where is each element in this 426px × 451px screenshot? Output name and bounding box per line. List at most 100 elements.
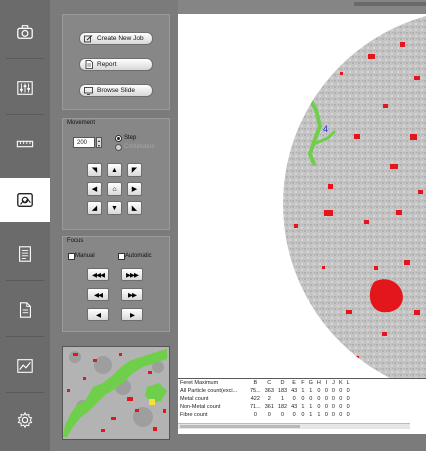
- column-header[interactable]: K: [337, 379, 345, 387]
- table-cell: 1: [280, 396, 285, 402]
- edit-icon: [84, 34, 93, 43]
- move-right-button[interactable]: ▶: [127, 182, 142, 196]
- table-row[interactable]: Metal count 422 2 1 0 0 0 0 0 0 0 0: [178, 395, 352, 403]
- table-cell: 0: [253, 412, 257, 418]
- table-cell: 0: [324, 412, 328, 418]
- focus-slow-forward-button[interactable]: ▶: [121, 308, 143, 321]
- table-cell: 1: [309, 404, 313, 410]
- move-up-button[interactable]: ▲: [107, 163, 122, 177]
- continuous-label: Continuous: [124, 144, 155, 150]
- create-new-job-button[interactable]: Create New Job: [79, 32, 153, 45]
- move-home-button[interactable]: ⌂: [107, 182, 122, 196]
- column-header[interactable]: I: [323, 379, 330, 387]
- step-size-input[interactable]: 200: [73, 137, 95, 148]
- sidebar-item-statistics[interactable]: [0, 344, 50, 388]
- table-cell: 43: [291, 388, 298, 394]
- table-cell: 0: [346, 388, 350, 394]
- report-button[interactable]: Report: [79, 58, 153, 71]
- move-left-button[interactable]: ◀: [87, 182, 102, 196]
- scrollbar-thumb[interactable]: [180, 425, 300, 428]
- horizontal-scrollbar[interactable]: [178, 423, 410, 429]
- medium-back-icon: ◀◀: [94, 291, 103, 299]
- report-file-icon: [19, 302, 31, 318]
- table-row[interactable]: Fibre count 0 0 0 0 0 1 1 0 0 0 0: [178, 411, 352, 419]
- table-row[interactable]: All Particle count(exci... 75... 363 183 43 1…: [178, 387, 352, 395]
- fast-forward-icon: ▶▶▶: [126, 271, 139, 279]
- viewer-toolbar: [178, 0, 426, 14]
- results-table-panel: Feret Maximum B C D E F G H I J K L All …: [178, 378, 426, 435]
- automatic-label: Automatic: [125, 253, 152, 259]
- sidebar-item-settings[interactable]: [0, 398, 50, 442]
- table-cell: 0: [324, 396, 328, 402]
- column-header[interactable]: B: [248, 379, 263, 387]
- table-cell: 0: [331, 412, 335, 418]
- continuous-radio[interactable]: [115, 144, 122, 151]
- focus-medium-back-button[interactable]: ◀◀: [87, 288, 109, 301]
- sliders-icon: [17, 81, 33, 95]
- column-header[interactable]: F: [299, 379, 306, 387]
- column-header[interactable]: L: [345, 379, 352, 387]
- sidebar-item-particle-analysis[interactable]: [0, 178, 50, 222]
- table-cell: 0: [346, 412, 350, 418]
- results-table: Feret Maximum B C D E F G H I J K L All …: [178, 379, 352, 419]
- column-header[interactable]: D: [276, 379, 289, 387]
- manual-label: Manual: [75, 253, 95, 259]
- step-radio[interactable]: [115, 135, 122, 142]
- browse-slide-button[interactable]: Browse Slide: [79, 84, 153, 97]
- table-cell: 1: [301, 388, 305, 394]
- row-label: Non-Metal count: [180, 404, 221, 410]
- overview-thumbnail[interactable]: [62, 346, 170, 440]
- sidebar-item-adjustments[interactable]: [0, 66, 50, 110]
- table-cell: 0: [309, 396, 313, 402]
- step-spinner[interactable]: ▴ ▾: [96, 137, 102, 148]
- create-new-job-label: Create New Job: [97, 35, 144, 42]
- slide-field-image: 1 4: [178, 14, 426, 378]
- manual-checkbox[interactable]: [68, 253, 75, 260]
- sidebar-item-measure[interactable]: [0, 122, 50, 166]
- actions-panel: Create New Job Report Browse Slide: [62, 14, 170, 110]
- table-header-row: Feret Maximum B C D E F G H I J K L: [178, 379, 352, 387]
- microscope-viewer[interactable]: 1 4: [178, 14, 426, 378]
- column-header[interactable]: H: [315, 379, 323, 387]
- gear-icon: [17, 411, 33, 429]
- move-up-right-button[interactable]: ◤: [127, 163, 142, 177]
- camera-icon: [17, 25, 33, 39]
- sidebar-item-document[interactable]: [0, 232, 50, 276]
- table-cell: 182: [277, 404, 288, 410]
- row-label: Fibre count: [180, 412, 208, 418]
- fast-back-icon: ◀◀◀: [92, 271, 105, 279]
- column-header[interactable]: G: [307, 379, 315, 387]
- focus-slow-back-button[interactable]: ◀: [87, 308, 109, 321]
- up-right-arrow-icon: ◤: [131, 166, 138, 174]
- marker-label-4: 4: [323, 124, 328, 134]
- column-header[interactable]: Feret Maximum: [178, 379, 248, 387]
- table-cell: 0: [331, 396, 335, 402]
- column-header[interactable]: J: [330, 379, 337, 387]
- move-down-left-button[interactable]: ◢: [87, 201, 102, 215]
- sidebar-item-camera[interactable]: [0, 10, 50, 54]
- move-up-left-button[interactable]: ◥: [87, 163, 102, 177]
- focus-medium-forward-button[interactable]: ▶▶: [121, 288, 143, 301]
- sidebar-item-report[interactable]: [0, 288, 50, 332]
- column-header[interactable]: C: [263, 379, 276, 387]
- move-down-button[interactable]: ▼: [107, 201, 122, 215]
- medium-forward-icon: ▶▶: [128, 291, 137, 299]
- automatic-checkbox[interactable]: [118, 253, 125, 260]
- home-icon: ⌂: [112, 185, 117, 193]
- column-header[interactable]: E: [289, 379, 299, 387]
- footer-bar: [178, 434, 426, 451]
- sidebar: [0, 0, 50, 451]
- focus-fast-back-button[interactable]: ◀◀◀: [87, 268, 109, 281]
- table-cell: 0: [280, 412, 285, 418]
- table-cell: 0: [346, 396, 350, 402]
- table-cell: 1: [317, 412, 321, 418]
- table-cell: 0: [317, 404, 321, 410]
- focus-fast-forward-button[interactable]: ▶▶▶: [121, 268, 143, 281]
- move-down-right-button[interactable]: ◣: [127, 201, 142, 215]
- table-cell: 75...: [250, 388, 261, 394]
- document-icon: [19, 246, 31, 262]
- table-row[interactable]: Non-Metal count 71... 361 182 43 1 1 0 0 0 0 0: [178, 403, 352, 411]
- table-cell: 43: [291, 404, 298, 410]
- row-label: All Particle count(exci...: [180, 388, 238, 394]
- table-cell: 0: [317, 388, 321, 394]
